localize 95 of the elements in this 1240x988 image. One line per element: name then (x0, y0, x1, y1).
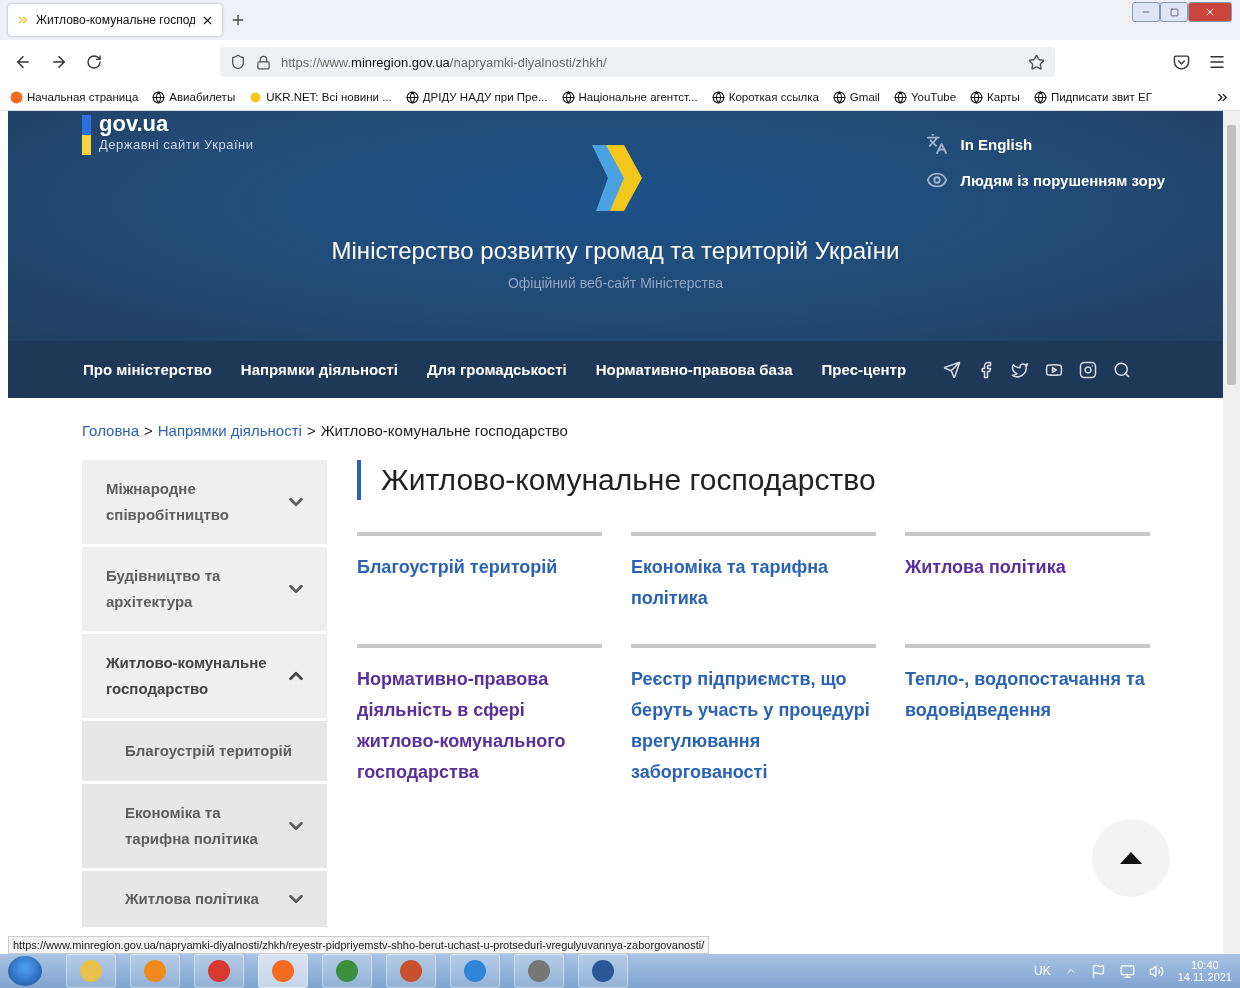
translate-icon (926, 133, 949, 155)
globe-icon (405, 90, 419, 104)
sidebar-item[interactable]: Житлова політика (82, 871, 327, 927)
category-link[interactable]: Нормативно-правова діяльність в сфері житлово-комунального господарства (357, 644, 602, 788)
site-chevron-icon (16, 13, 30, 27)
category-link[interactable]: Житлова політика (905, 532, 1150, 614)
reload-icon[interactable] (86, 54, 102, 70)
accessibility-link[interactable]: Людям із порушенням зору (926, 169, 1165, 191)
bookmark-item[interactable]: Gmail (832, 90, 880, 104)
globe-icon (711, 90, 725, 104)
sidebar-item[interactable]: Благоустрій територій (82, 721, 327, 781)
nav-link[interactable]: Про міністерство (83, 361, 212, 378)
back-icon[interactable] (14, 53, 32, 71)
nav-link[interactable]: Прес-центр (821, 361, 907, 378)
network-icon[interactable] (1119, 963, 1135, 979)
page-title: Житлово-комунальне господарство (357, 460, 1163, 500)
volume-icon[interactable] (1148, 963, 1164, 979)
nav-link[interactable]: Напрямки діяльності (240, 361, 398, 378)
app-icon (334, 958, 360, 984)
taskbar-app[interactable] (322, 954, 372, 988)
globe-icon (970, 90, 984, 104)
gov-logo[interactable]: gov.ua (99, 111, 254, 137)
bookmark-item[interactable]: ДРІДУ НАДУ при Пре... (405, 90, 548, 104)
browser-tab[interactable]: Житлово-комунальне господ (8, 4, 222, 36)
sidebar-item[interactable]: Житлово-комунальне господарство (82, 634, 327, 718)
category-link[interactable]: Реєстр підприємств, що беруть участь у процедурі врегулювання заборгованості (631, 644, 876, 788)
status-url: https://www.minregion.gov.ua/napryamki-diyalnosti/zhkh/reyestr-pidpriyemstv-shho-berut-uchast-u-protseduri-vregulyuvannya-zaborgovanosti/ (8, 936, 710, 954)
sun-icon (249, 90, 263, 104)
bookmark-item[interactable]: Авиабилеты (152, 90, 236, 104)
bookmark-item[interactable]: YouTube (893, 90, 957, 104)
nav-link[interactable]: Для громадськості (426, 361, 567, 378)
english-link[interactable]: In English (926, 133, 1165, 155)
telegram-icon[interactable] (943, 360, 962, 379)
flag-bar (82, 115, 91, 155)
sidebar-item[interactable]: Будівництво та архітектура (82, 547, 327, 631)
taskbar-app[interactable] (514, 954, 564, 988)
minimize-button[interactable] (1132, 2, 1160, 22)
category-link[interactable]: Економіка та тарифна політика (631, 532, 876, 614)
breadcrumb-separator: > (306, 422, 316, 439)
close-icon (1204, 6, 1216, 18)
scrollbar[interactable] (1223, 111, 1240, 954)
gov-caption: Державні сайти України (99, 137, 254, 152)
breadcrumb-separator: > (144, 422, 153, 439)
bookmark-item[interactable]: Національне агентст... (561, 90, 698, 104)
start-button[interactable] (8, 956, 42, 986)
twitter-icon[interactable] (1011, 360, 1030, 379)
app-icon (462, 958, 488, 984)
bookmark-item[interactable]: Короткая ссылка (711, 90, 819, 104)
ministry-subtitle: Офіційний веб-сайт Міністерства (507, 275, 724, 291)
bookmark-item[interactable]: Начальная страница (10, 90, 139, 104)
flag-icon[interactable] (1090, 963, 1106, 979)
globe-icon (152, 90, 166, 104)
ministry-title: Міністерство розвитку громад та територій України (331, 237, 900, 265)
caret-up-icon (1120, 852, 1142, 864)
category-link[interactable]: Благоустрій територій (357, 532, 602, 614)
sidebar-item[interactable]: Економіка та тарифна політика (82, 784, 327, 868)
taskbar-app[interactable] (258, 954, 308, 988)
taskbar-app[interactable] (194, 954, 244, 988)
bookmark-item[interactable]: UKR.NET: Всі новини ... (249, 90, 392, 104)
forward-icon[interactable] (50, 53, 68, 71)
app-icon (142, 958, 168, 984)
app-icon (78, 958, 104, 984)
star-icon[interactable] (1028, 53, 1045, 71)
taskbar-app[interactable] (386, 954, 436, 988)
address-field[interactable]: https://www.minregion.gov.ua/napryamki-diyalnosti/zhkh/ (220, 47, 1055, 77)
globe-icon (1033, 90, 1047, 104)
globe-icon (893, 90, 907, 104)
maximize-button[interactable] (1160, 2, 1188, 22)
app-icon (398, 958, 424, 984)
close-window-button[interactable] (1188, 2, 1232, 22)
globe-icon (561, 90, 575, 104)
firefox-icon (10, 90, 23, 104)
sidebar-item[interactable]: Міжнародне співробітництво (82, 460, 327, 544)
pocket-icon[interactable] (1173, 53, 1190, 71)
new-tab-icon[interactable] (230, 12, 246, 28)
bookmark-item[interactable]: Карты (970, 90, 1020, 104)
taskbar-app[interactable] (578, 954, 628, 988)
breadcrumb-link[interactable]: Головна (82, 422, 139, 439)
lock-icon (256, 54, 271, 70)
taskbar-app[interactable] (450, 954, 500, 988)
app-icon (270, 958, 296, 984)
category-link[interactable]: Тепло-, водопостачання та водовідведення (905, 644, 1150, 788)
app-icon (590, 958, 616, 984)
app-icon (206, 958, 232, 984)
app-icon (526, 958, 552, 984)
globe-icon (832, 90, 846, 104)
breadcrumb-current: Житлово-комунальне господарство (320, 422, 568, 439)
shield-icon (230, 54, 246, 70)
instagram-icon[interactable] (1079, 360, 1098, 379)
menu-icon[interactable] (1208, 53, 1226, 71)
maximize-icon (1169, 7, 1179, 17)
nav-link[interactable]: Нормативно-правова база (595, 361, 793, 378)
breadcrumb-link[interactable]: Напрямки діяльності (157, 422, 302, 439)
bookmark-item[interactable]: Пидписати звит ЕГ (1033, 90, 1152, 104)
search-icon[interactable] (1113, 360, 1132, 379)
